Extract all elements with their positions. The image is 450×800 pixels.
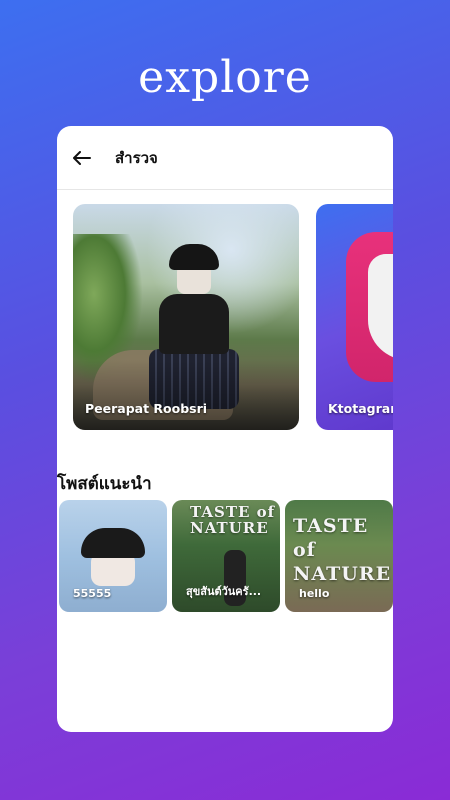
featured-card[interactable]: Peerapat Roobsri (73, 204, 299, 430)
sign-text: TASTE of NATURE (293, 515, 392, 585)
page-title: สำรวจ (115, 148, 158, 167)
featured-carousel[interactable]: Peerapat Roobsri Ktotagram (73, 204, 393, 430)
top-bar: สำรวจ (57, 126, 393, 190)
recommended-posts: 55555 TASTE of NATURE สุขสันต์วันครั... … (59, 500, 393, 612)
post-caption: สุขสันต์วันครั... (186, 585, 262, 598)
section-title: โพสต์แนะนำ (57, 474, 152, 494)
post-thumbnail[interactable]: 55555 (59, 500, 167, 612)
featured-card-label: Ktotagram (328, 401, 393, 416)
back-arrow-icon[interactable] (71, 147, 93, 169)
sign-text: TASTE of NATURE (190, 503, 276, 537)
post-thumbnail[interactable]: TASTE of NATURE hello (285, 500, 393, 612)
post-thumbnail[interactable]: TASTE of NATURE สุขสันต์วันครั... (172, 500, 280, 612)
featured-card-label: Peerapat Roobsri (85, 401, 208, 416)
featured-card[interactable]: Ktotagram (316, 204, 393, 430)
app-screen: สำรวจ Peerapat Roobsri Ktotagram โพสต์แน… (57, 126, 393, 732)
caption-shade (73, 360, 299, 430)
post-caption: hello (299, 587, 330, 600)
post-caption: 55555 (73, 587, 112, 600)
hero-title: explore (138, 52, 312, 103)
app-logo-icon (346, 232, 393, 382)
